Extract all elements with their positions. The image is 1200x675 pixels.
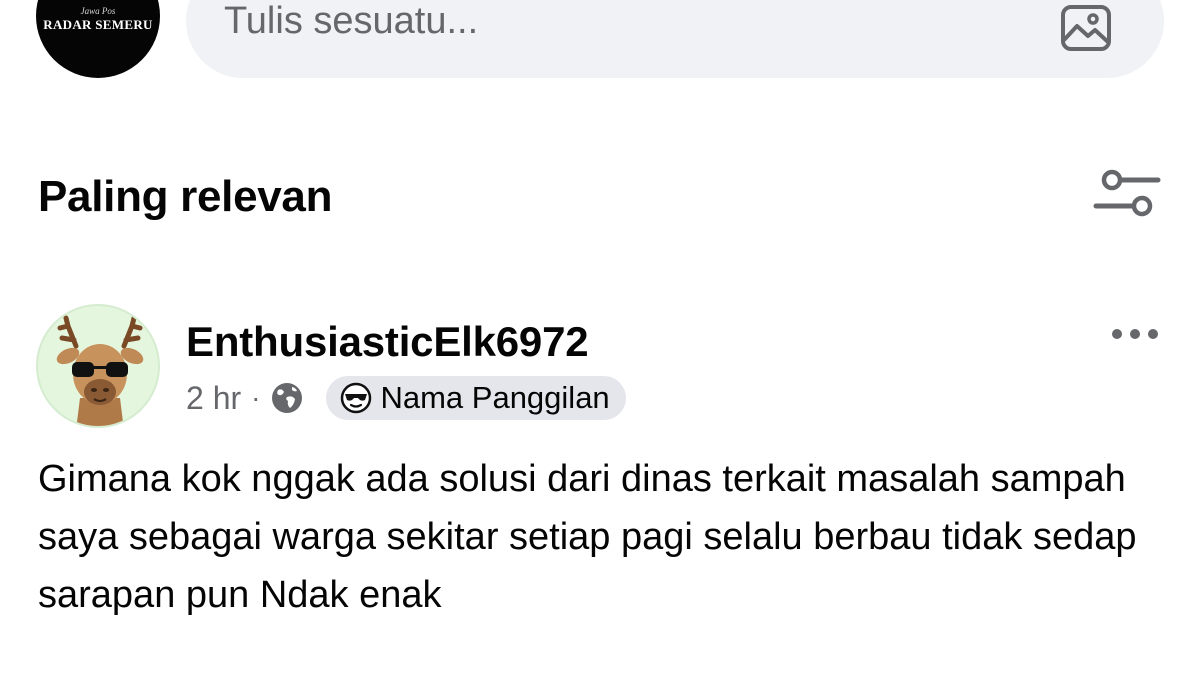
photo-icon[interactable] [1060, 4, 1112, 52]
comment-body: Gimana kok nggak ada solusi dari dinas t… [38, 458, 1137, 616]
comment-meta: 2 hr · Nama Panggilan [186, 376, 626, 420]
sunglasses-emoji-icon [341, 382, 372, 414]
globe-icon [272, 383, 303, 413]
comment-composer-input[interactable]: Tulis sesuatu... [186, 0, 1164, 78]
avatar-brand-small: Jawa Pos [80, 6, 116, 16]
page-avatar[interactable]: Jawa Pos RADAR SEMERU [36, 0, 160, 78]
meta-separator: · [251, 382, 261, 413]
elk-avatar-icon [56, 315, 144, 426]
more-options-icon[interactable] [1110, 326, 1160, 342]
avatar-brand: RADAR SEMERU [43, 17, 153, 32]
filter-sliders-icon[interactable] [1092, 166, 1162, 222]
nickname-badge[interactable]: Nama Panggilan [326, 376, 626, 420]
nickname-badge-label: Nama Panggilan [380, 380, 610, 415]
user-avatar[interactable] [36, 304, 160, 428]
composer-placeholder: Tulis sesuatu... [224, 0, 479, 42]
sort-label[interactable]: Paling relevan [38, 172, 332, 222]
comment-timestamp[interactable]: 2 hr [186, 380, 241, 417]
comment-author-name[interactable]: EnthusiasticElk6972 [186, 318, 589, 366]
